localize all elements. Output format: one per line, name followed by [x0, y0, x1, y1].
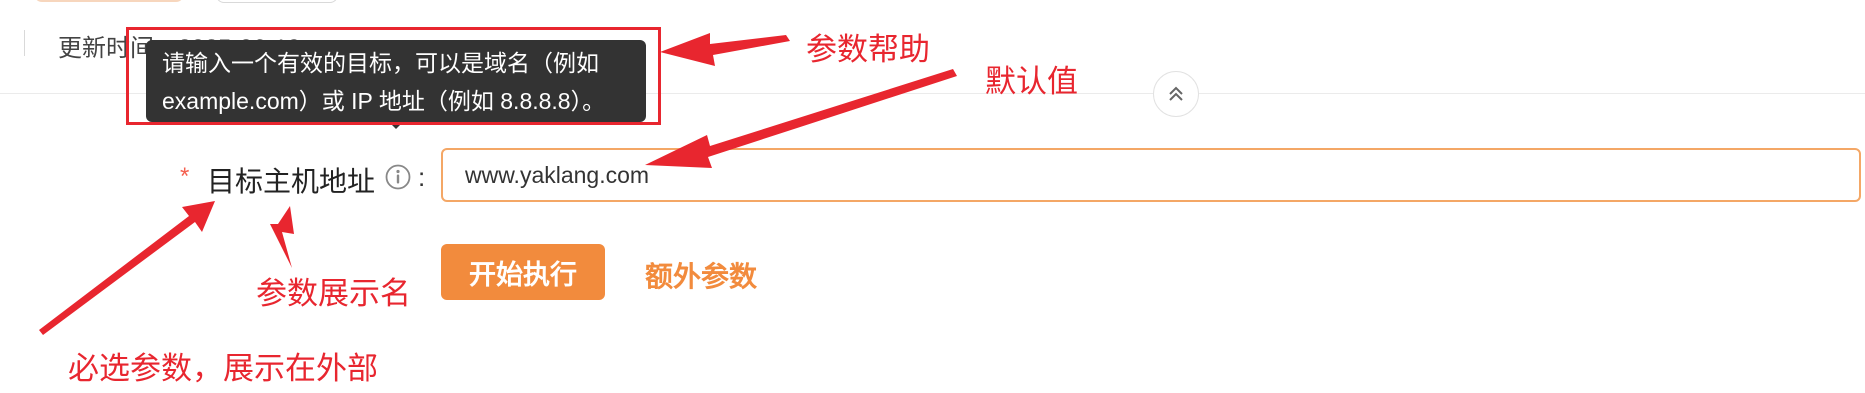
arrow-display-name — [270, 206, 294, 268]
extra-params-link[interactable]: 额外参数 — [645, 255, 757, 295]
target-host-input[interactable] — [441, 148, 1861, 202]
arrow-required — [39, 201, 215, 335]
top-secondary-button-partial[interactable] — [216, 0, 338, 3]
top-primary-button-partial[interactable] — [34, 0, 184, 2]
double-chevron-up-icon — [1169, 86, 1183, 101]
field-label: 目标主机地址 — [207, 166, 376, 197]
arrow-param-help — [660, 33, 790, 66]
annotation-display-name: 参数展示名 — [256, 276, 411, 311]
info-circle-icon[interactable] — [384, 163, 412, 191]
annotation-default-value: 默认值 — [985, 64, 1078, 99]
annotation-highlight-box — [126, 27, 661, 125]
label-colon: : — [418, 162, 426, 192]
annotation-param-help: 参数帮助 — [806, 32, 930, 67]
vertical-divider — [24, 30, 25, 56]
start-execute-button[interactable]: 开始执行 — [441, 244, 605, 300]
required-mark: * — [180, 163, 190, 190]
annotation-required-outside: 必选参数，展示在外部 — [68, 351, 378, 386]
collapse-button[interactable] — [1153, 71, 1199, 117]
